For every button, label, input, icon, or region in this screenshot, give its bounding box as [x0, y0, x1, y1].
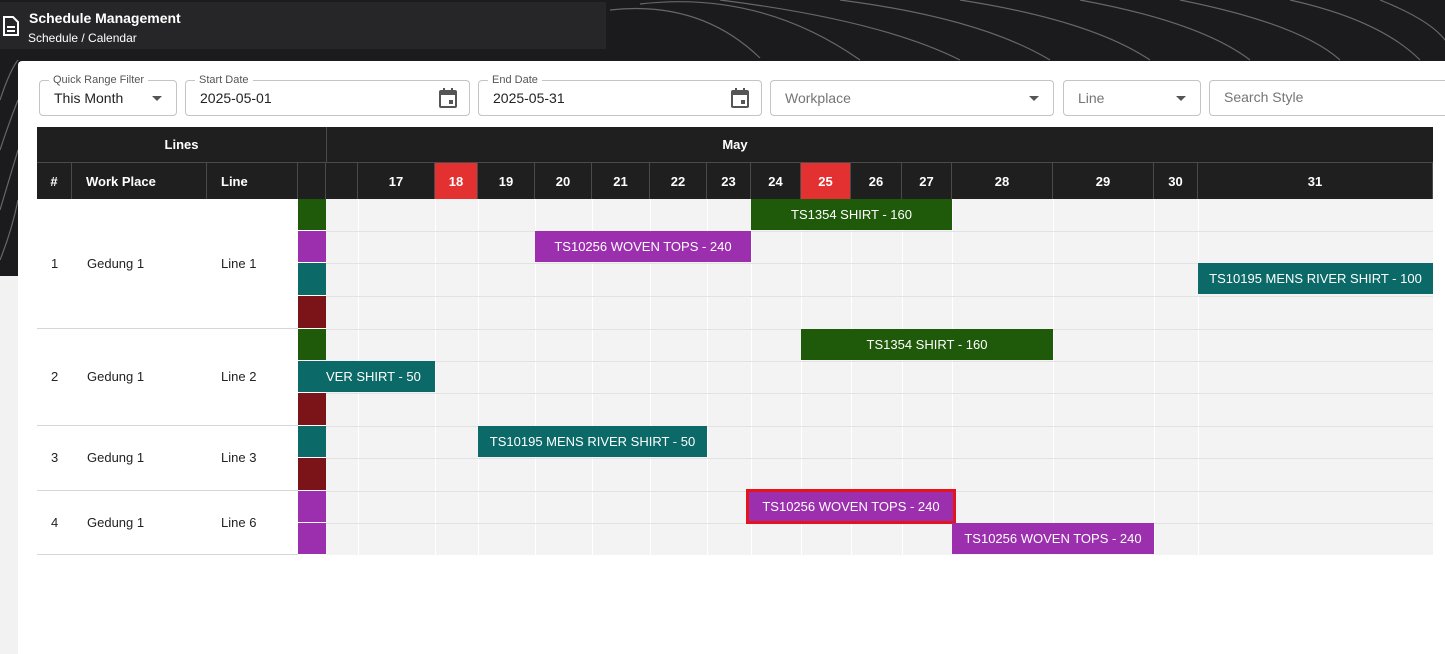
row-line: Line 3	[221, 450, 257, 465]
line-color-swatch	[298, 263, 326, 296]
cell-divider	[1198, 199, 1199, 555]
end-date-label: End Date	[488, 73, 542, 87]
title-bar: Schedule Management Schedule / Calendar	[0, 2, 606, 49]
quick-range-select[interactable]: Quick Range Filter This Month	[39, 73, 177, 116]
day-header: 29	[1053, 162, 1154, 199]
day-header: 24	[751, 162, 801, 199]
row-line: Line 6	[221, 515, 257, 530]
day-header: 30	[1154, 162, 1198, 199]
line-color-swatch	[298, 426, 326, 458]
row-workplace: Gedung 1	[87, 515, 145, 530]
row-line: Line 2	[221, 369, 257, 384]
workplace-placeholder: Workplace	[785, 90, 851, 106]
line-color-swatch	[298, 296, 326, 329]
row-line: Line 1	[221, 256, 257, 271]
day-header: 17	[358, 162, 435, 199]
cell-row-divider	[326, 361, 1433, 362]
schedule-bar[interactable]: TS1354 SHIRT - 160	[751, 199, 952, 230]
cell-row-divider	[326, 523, 1433, 524]
cell-row-divider	[326, 296, 1433, 297]
line-color-swatch	[298, 458, 326, 491]
day-header: 23	[707, 162, 751, 199]
start-date-field[interactable]: Start Date 2025-05-01	[185, 73, 470, 116]
schedule-bar[interactable]: TS1354 SHIRT - 160	[801, 329, 1053, 360]
end-date-field[interactable]: End Date 2025-05-31	[478, 73, 762, 116]
document-icon	[3, 16, 19, 36]
line-placeholder: Line	[1078, 90, 1105, 106]
line-color-swatch	[298, 393, 326, 426]
row-workplace: Gedung 1	[87, 450, 145, 465]
schedule-bar[interactable]: TS10195 MENS RIVER SHIRT - 100	[1198, 263, 1433, 294]
schedule-bar[interactable]: TS10256 WOVEN TOPS - 240	[535, 231, 751, 262]
day-header: 25	[801, 162, 851, 199]
day-header-partial	[326, 162, 358, 199]
row-number: 2	[51, 369, 59, 384]
table-row[interactable]: 1 Gedung 1 Line 1	[37, 199, 298, 329]
cell-divider	[478, 199, 479, 555]
calendar-icon[interactable]	[731, 88, 749, 108]
line-color-swatch	[298, 329, 326, 361]
row-workplace: Gedung 1	[87, 256, 145, 271]
quick-range-label: Quick Range Filter	[49, 73, 149, 87]
day-header: 31	[1198, 162, 1433, 199]
cell-divider	[1053, 199, 1054, 555]
month-header: May	[326, 127, 1433, 162]
lines-group-header: Lines	[37, 127, 326, 162]
schedule-bar-selected[interactable]: TS10256 WOVEN TOPS - 240	[746, 489, 956, 524]
day-header: 28	[952, 162, 1053, 199]
column-header-num: #	[37, 162, 72, 199]
column-header-workplace: Work Place	[72, 162, 207, 199]
cell-row-divider	[326, 393, 1433, 394]
start-date-label: Start Date	[195, 73, 253, 87]
grid-body: 1 Gedung 1 Line 1 2 Gedung 1 Line 2 3 Ge…	[37, 199, 1433, 555]
calendar-icon[interactable]	[439, 88, 457, 108]
cell-row-divider	[326, 231, 1433, 232]
line-color-swatch	[298, 199, 326, 231]
cell-divider	[1154, 199, 1155, 555]
day-header: 18	[435, 162, 478, 199]
line-color-swatch	[298, 523, 326, 555]
day-header: 26	[851, 162, 902, 199]
row-workplace: Gedung 1	[87, 369, 145, 384]
column-header-line: Line	[207, 162, 298, 199]
line-color-swatch	[298, 361, 326, 393]
line-color-swatch	[298, 491, 326, 523]
chevron-down-icon	[1029, 96, 1039, 101]
search-style-field[interactable]	[1209, 80, 1445, 116]
breadcrumb: Schedule / Calendar	[28, 31, 137, 45]
start-date-value: 2025-05-01	[200, 90, 272, 106]
cell-divider	[435, 199, 436, 555]
row-number: 1	[51, 256, 59, 271]
schedule-bar[interactable]: TS10256 WOVEN TOPS - 240	[952, 523, 1154, 554]
workplace-select[interactable]: Workplace	[770, 80, 1054, 116]
day-header: 21	[592, 162, 650, 199]
schedule-bar[interactable]: VER SHIRT - 50	[326, 361, 435, 392]
search-style-input[interactable]	[1224, 89, 1424, 105]
schedule-grid: Lines May # Work Place Line 17 18 19 20 21 22…	[37, 127, 1433, 555]
page-title: Schedule Management	[29, 10, 181, 26]
table-row[interactable]: 3 Gedung 1 Line 3	[37, 426, 298, 491]
day-header: 19	[478, 162, 535, 199]
row-number: 4	[51, 515, 59, 530]
cell-row-divider	[326, 458, 1433, 459]
table-row[interactable]: 2 Gedung 1 Line 2	[37, 329, 298, 426]
day-header: 20	[535, 162, 592, 199]
column-header-color	[298, 162, 326, 199]
end-date-value: 2025-05-31	[493, 90, 565, 106]
day-header: 27	[902, 162, 952, 199]
line-select[interactable]: Line	[1063, 80, 1201, 116]
chevron-down-icon	[152, 96, 162, 101]
table-row[interactable]: 4 Gedung 1 Line 6	[37, 491, 298, 555]
schedule-bar[interactable]: TS10195 MENS RIVER SHIRT - 50	[478, 426, 707, 457]
line-color-swatch	[298, 231, 326, 263]
row-number: 3	[51, 450, 59, 465]
day-header: 22	[650, 162, 707, 199]
chevron-down-icon	[1176, 96, 1186, 101]
quick-range-value: This Month	[54, 90, 124, 106]
